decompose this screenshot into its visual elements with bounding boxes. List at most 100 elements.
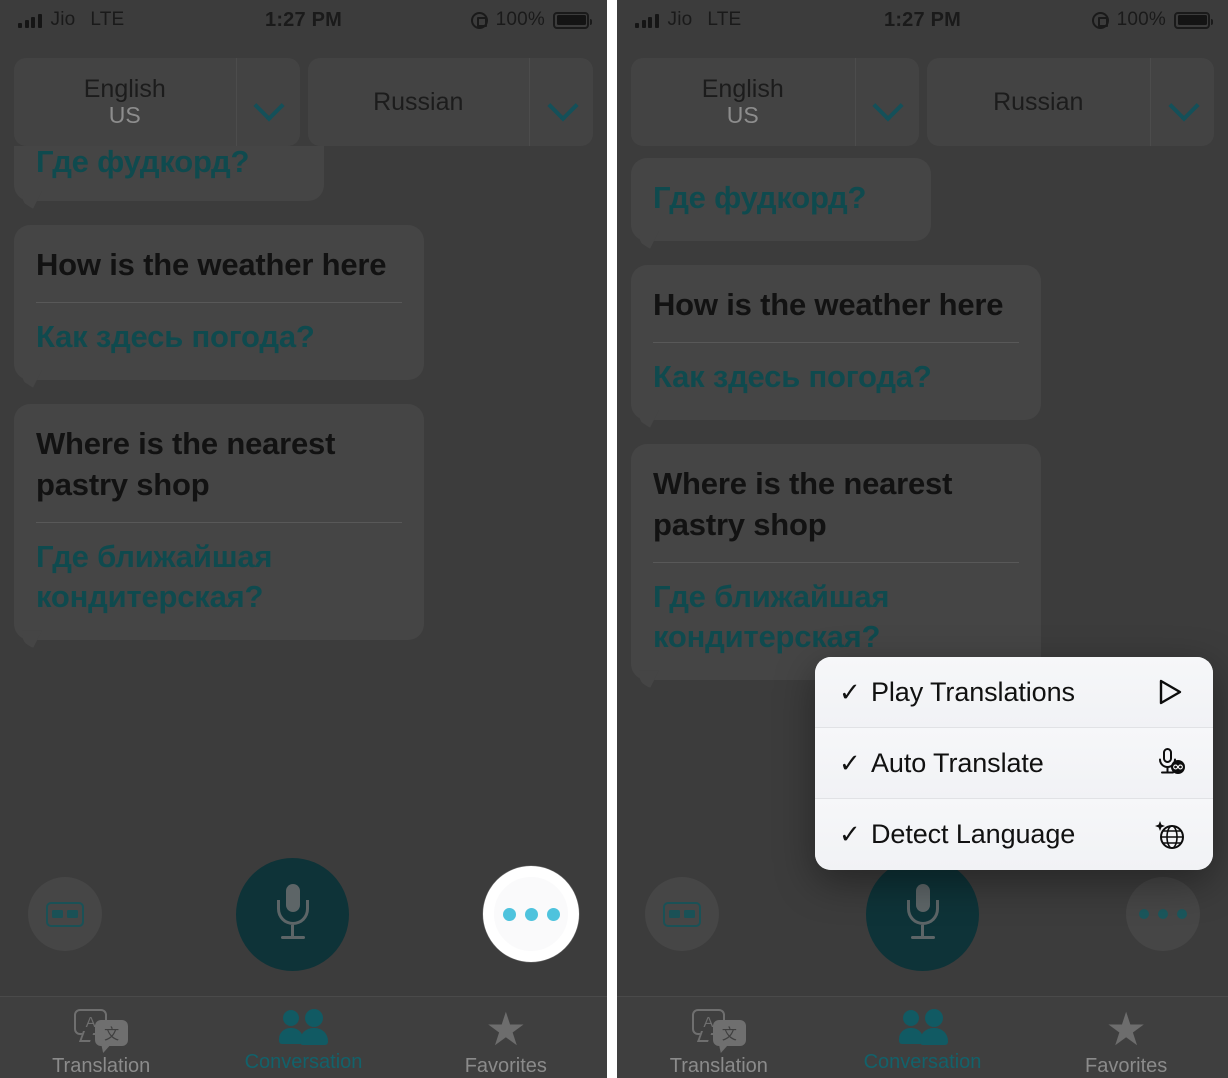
tab-translation[interactable]: A文 Translation — [617, 1009, 821, 1078]
menu-item-detect-language[interactable]: ✓ Detect Language — [815, 799, 1213, 870]
message-bubble-weather[interactable]: How is the weather here Как здесь погода… — [14, 224, 424, 380]
keyboard-button[interactable] — [645, 877, 719, 951]
checkmark-icon: ✓ — [839, 676, 861, 707]
message-bubble-pastry[interactable]: Where is the nearest pastry shop Где бли… — [631, 443, 1041, 681]
language-selector-bar: English US Russian — [617, 40, 1228, 146]
signal-bars-icon — [18, 13, 42, 28]
status-bar-right: 100% — [1091, 9, 1213, 31]
language-selector-bar: English US Russian — [0, 40, 607, 146]
network-type-label: LTE — [707, 9, 742, 30]
message-source-text: How is the weather here — [36, 246, 387, 282]
tab-label: Translation — [52, 1055, 151, 1077]
keyboard-button[interactable] — [28, 877, 102, 951]
battery-percent-label: 100% — [1116, 9, 1166, 30]
play-icon — [1149, 677, 1191, 707]
message-bubble-pastry[interactable]: Where is the nearest pastry shop Где бли… — [14, 403, 424, 641]
source-language-selector[interactable]: English US — [631, 58, 919, 146]
network-type-label: LTE — [90, 9, 125, 30]
target-language-name: Russian — [373, 88, 464, 116]
target-language-selector[interactable]: Russian — [307, 58, 593, 146]
source-language-name: English — [701, 75, 784, 104]
target-language-name: Russian — [993, 88, 1084, 116]
menu-item-label: Detect Language — [871, 819, 1076, 849]
source-language-labels: English US — [14, 58, 236, 146]
microphone-button[interactable] — [866, 857, 979, 971]
rotation-lock-icon — [1091, 11, 1109, 29]
message-bubble-foodcourt[interactable]: Где фудкорд? — [631, 158, 931, 241]
ellipsis-icon — [1139, 909, 1187, 919]
message-source-text: Where is the nearest pastry shop — [36, 425, 336, 502]
conversation-list-left[interactable]: Где фудкорд? How is the weather here Как… — [0, 146, 607, 846]
chevron-down-icon — [1170, 95, 1196, 110]
bubble-divider — [653, 341, 1019, 343]
chevron-down-icon — [874, 95, 900, 110]
target-language-selector[interactable]: Russian — [926, 58, 1214, 146]
screenshot-root: Jio LTE 1:27 PM 100% English US Russian … — [0, 0, 1228, 1078]
keyboard-icon — [663, 901, 701, 927]
microphone-button[interactable] — [236, 857, 349, 971]
message-bubble-foodcourt[interactable]: Где фудкорд? — [14, 146, 324, 201]
more-options-button[interactable] — [1126, 877, 1200, 951]
more-options-button[interactable] — [483, 866, 579, 962]
globe-sparkle-icon — [1149, 818, 1191, 852]
tab-favorites[interactable]: ★ Favorites — [405, 1006, 607, 1078]
target-language-labels: Russian — [308, 58, 530, 146]
message-translation: Где ближайшая кондитерская? — [653, 578, 890, 655]
menu-item-auto-translate[interactable]: ✓ Auto Translate — [815, 728, 1213, 799]
checkmark-icon: ✓ — [839, 819, 861, 849]
bubble-divider — [36, 301, 402, 303]
panel-divider — [607, 0, 617, 1078]
target-language-chevron-button[interactable] — [1150, 58, 1214, 146]
carrier-label: Jio — [50, 9, 76, 30]
source-language-chevron-button[interactable] — [854, 58, 919, 146]
people-icon — [276, 1009, 330, 1045]
bubble-divider — [36, 521, 402, 523]
bubble-divider — [653, 561, 1019, 563]
ellipsis-icon — [502, 907, 560, 921]
battery-percent-label: 100% — [495, 9, 545, 30]
more-options-context-menu: ✓ Play Translations ✓ Auto Translate ✓ D… — [815, 657, 1213, 870]
tab-favorites[interactable]: ★ Favorites — [1024, 1003, 1228, 1078]
message-source-text: How is the weather here — [653, 286, 1004, 322]
tab-translation[interactable]: A文 Translation — [0, 1009, 202, 1078]
keyboard-icon — [46, 901, 84, 927]
tab-label: Favorites — [1085, 1055, 1168, 1077]
message-bubble-weather[interactable]: How is the weather here Как здесь погода… — [631, 264, 1041, 420]
phone-screen-right: Jio LTE 1:27 PM 100% English US Russian … — [617, 0, 1228, 1078]
rotation-lock-icon — [470, 11, 488, 29]
menu-item-label: Auto Translate — [871, 747, 1044, 778]
chevron-down-icon — [255, 95, 281, 110]
menu-item-label: Play Translations — [871, 676, 1075, 707]
battery-icon — [1174, 11, 1213, 29]
status-bar-right: 100% — [470, 9, 592, 31]
source-language-labels: English US — [631, 58, 855, 146]
message-translation: Как здесь погода? — [36, 318, 315, 354]
message-source-text: Where is the nearest pastry shop — [653, 465, 953, 542]
tab-label: Favorites — [464, 1055, 547, 1077]
source-language-region: US — [108, 102, 141, 129]
status-bar-left: Jio LTE — [635, 9, 741, 31]
signal-bars-icon — [635, 13, 659, 28]
star-icon: ★ — [1105, 1003, 1147, 1055]
tab-bar-right: A文 Translation Conversation ★ Favorites — [617, 996, 1228, 1078]
translation-bubbles-icon: A文 — [691, 1009, 746, 1049]
source-language-region: US — [726, 102, 759, 129]
source-language-chevron-button[interactable] — [235, 58, 300, 146]
source-language-name: English — [83, 75, 166, 104]
menu-item-play-translations[interactable]: ✓ Play Translations — [815, 657, 1213, 728]
people-icon — [896, 1009, 950, 1045]
status-bar-left: Jio LTE — [18, 9, 124, 31]
message-translation: Как здесь погода? — [653, 358, 932, 394]
source-language-selector[interactable]: English US — [14, 58, 300, 146]
tab-label: Conversation — [244, 1051, 363, 1073]
tab-conversation[interactable]: Conversation — [202, 1009, 404, 1074]
microphone-auto-icon — [1149, 746, 1191, 780]
phone-screen-left: Jio LTE 1:27 PM 100% English US Russian … — [0, 0, 607, 1078]
target-language-chevron-button[interactable] — [529, 58, 593, 146]
tab-bar-left: A文 Translation Conversation ★ Favorites — [0, 996, 607, 1078]
chevron-down-icon — [549, 95, 575, 110]
tab-conversation[interactable]: Conversation — [821, 1009, 1025, 1074]
status-bar: Jio LTE 1:27 PM 100% — [0, 0, 607, 40]
status-bar: Jio LTE 1:27 PM 100% — [617, 0, 1228, 40]
message-translation: Где ближайшая кондитерская? — [36, 538, 273, 615]
